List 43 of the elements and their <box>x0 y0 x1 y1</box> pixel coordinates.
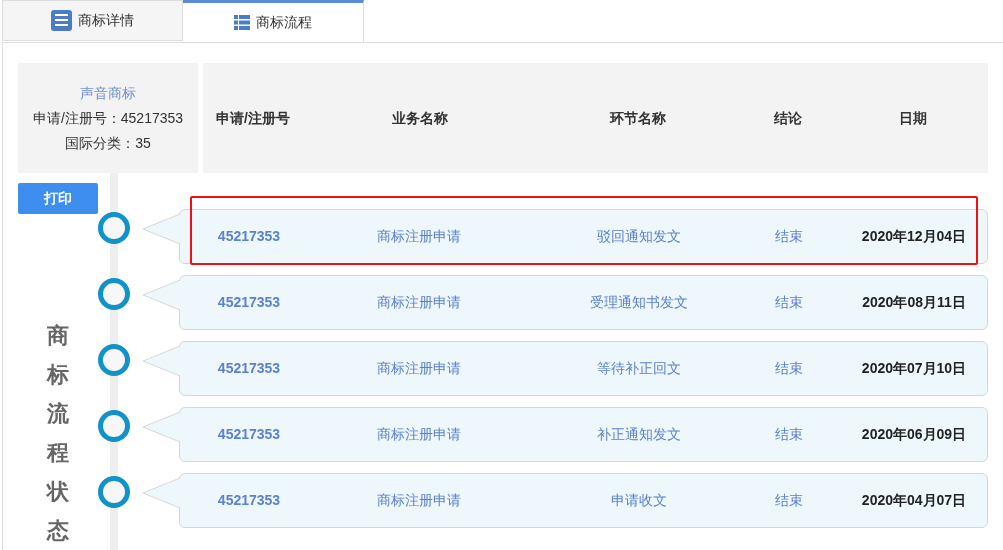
international-class: 国际分类：35 <box>65 133 151 153</box>
timeline-node <box>98 410 130 442</box>
column-header: 环节名称 <box>608 108 667 128</box>
column-header: 日期 <box>898 108 928 128</box>
table-cell-text: 2020年04月07日 <box>860 491 968 510</box>
table-cell-text: 45217353 <box>216 491 282 510</box>
tab[interactable]: 商标详情 <box>2 0 183 41</box>
table-cell-text: 2020年06月09日 <box>860 425 968 444</box>
trademark-type: 声音商标 <box>80 83 136 103</box>
column-header: 业务名称 <box>391 108 449 128</box>
table-cell-text: 2020年12月04日 <box>860 227 968 246</box>
table-cell-text: 申请收文 <box>610 491 668 510</box>
column-header: 结论 <box>773 108 803 128</box>
timeline-node <box>98 476 130 508</box>
table-cell-text: 2020年08月11日 <box>861 293 967 312</box>
table-cell-text: 45217353 <box>216 359 282 378</box>
timeline-node <box>98 212 130 244</box>
timeline-node <box>98 278 130 310</box>
table-cell-text: 商标注册申请 <box>376 293 462 312</box>
table-cell-text: 商标注册申请 <box>376 359 462 378</box>
table-cell-text: 45217353 <box>216 425 282 444</box>
table-cell-text: 商标注册申请 <box>376 491 462 510</box>
tab[interactable]: 商标流程 <box>183 0 364 42</box>
table-cell-text: 结束 <box>774 425 804 444</box>
table-cell-text: 结束 <box>774 359 804 378</box>
table-cell-text: 结束 <box>774 293 804 312</box>
table-cell-text: 45217353 <box>216 227 282 246</box>
table-cell-text: 结束 <box>774 491 804 510</box>
table-cell-text: 受理通知书发文 <box>589 293 689 312</box>
list-icon <box>51 10 72 31</box>
table-cell-text: 2020年07月10日 <box>860 359 968 378</box>
table-cell-text: 驳回通知发文 <box>596 227 682 246</box>
table-cell-text: 结束 <box>774 227 804 246</box>
table-cell-text: 补正通知发文 <box>596 425 682 444</box>
table-cell-text: 商标注册申请 <box>376 425 462 444</box>
table-cell-text: 商标注册申请 <box>376 227 462 246</box>
table-cell-text: 45217353 <box>216 293 282 312</box>
registration-number: 申请/注册号：45217353 <box>32 108 184 128</box>
process-status-title: 商标流程状态 <box>47 322 69 545</box>
grid-icon <box>234 15 250 30</box>
timeline-node <box>98 344 130 376</box>
table-cell-text: 等待补正回文 <box>596 359 682 378</box>
column-header: 申请/注册号 <box>215 108 291 128</box>
